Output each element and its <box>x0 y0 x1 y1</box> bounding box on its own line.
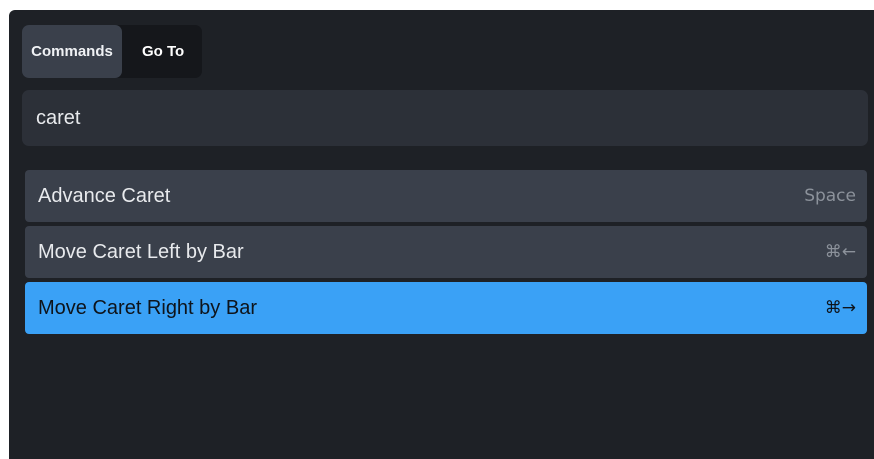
tab-commands[interactable]: Commands <box>22 25 122 78</box>
tab-go-to[interactable]: Go To <box>122 25 202 78</box>
result-shortcut: ⌘→ <box>824 298 856 318</box>
result-label: Advance Caret <box>38 184 171 207</box>
result-item-move-caret-left-by-bar[interactable]: Move Caret Left by Bar ⌘← <box>25 226 867 278</box>
search-field[interactable] <box>22 90 868 146</box>
result-shortcut: Space <box>804 186 856 206</box>
result-label: Move Caret Right by Bar <box>38 296 257 319</box>
result-label: Move Caret Left by Bar <box>38 240 244 263</box>
results-list: Advance Caret Space Move Caret Left by B… <box>25 170 867 338</box>
tab-bar: Commands Go To <box>22 25 203 78</box>
search-input[interactable] <box>36 90 868 146</box>
command-palette: Commands Go To Advance Caret Space Move … <box>9 10 874 459</box>
result-item-advance-caret[interactable]: Advance Caret Space <box>25 170 867 222</box>
result-shortcut: ⌘← <box>824 242 856 262</box>
result-item-move-caret-right-by-bar[interactable]: Move Caret Right by Bar ⌘→ <box>25 282 867 334</box>
